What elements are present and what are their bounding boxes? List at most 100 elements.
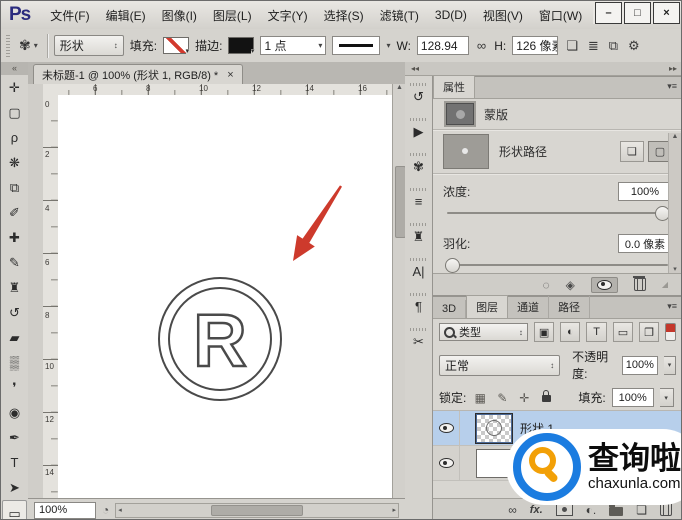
filter-pixel-layers-icon[interactable]: ▣ (534, 322, 554, 342)
feather-slider[interactable] (443, 257, 672, 272)
layer-style-icon[interactable]: fx. (530, 504, 543, 516)
new-group-folder-icon[interactable] (609, 507, 623, 516)
filter-toggle-switch[interactable] (665, 323, 676, 341)
lock-paint-icon[interactable]: ✎ (494, 391, 510, 405)
filter-smart-objects-icon[interactable]: ❐ (639, 322, 659, 342)
collapse-strip-icon[interactable]: ◂◂ (411, 64, 419, 73)
link-layers-icon[interactable]: ∞ (508, 503, 517, 517)
height-input[interactable]: 126 像素 (512, 36, 558, 55)
move-tool[interactable]: ✛ (1, 75, 28, 100)
mask-visibility-button[interactable] (591, 277, 618, 293)
menu-3d[interactable]: 3D(D) (427, 4, 475, 26)
path-alignment-icon[interactable]: ≣ (586, 36, 601, 56)
properties-scrollbar[interactable]: ▲ ▾ (668, 133, 681, 273)
density-input[interactable]: 100% (618, 182, 672, 201)
menu-type[interactable]: 文字(Y) (260, 3, 316, 28)
gradient-tool[interactable]: ▒ (1, 350, 28, 375)
blur-tool[interactable]: ❜ (1, 375, 28, 400)
tab-properties[interactable]: 属性 (433, 75, 475, 98)
gear-icon[interactable]: ⚙ (626, 36, 642, 56)
lock-position-icon[interactable]: ✛ (516, 391, 532, 405)
crop-tool[interactable]: ⧉ (1, 175, 28, 200)
blend-mode-select[interactable]: 正常 ↕ (439, 355, 560, 376)
tool-preset-picker[interactable]: ✾ ▾ (16, 35, 41, 56)
history-brush-tool[interactable]: ↺ (1, 300, 28, 325)
tab-3d[interactable]: 3D (433, 300, 466, 318)
minimize-button[interactable]: – (595, 2, 622, 24)
panel-menu-icon[interactable]: ▾≡ (667, 81, 677, 92)
layer-thumbnail[interactable] (476, 414, 512, 443)
apply-mask-icon[interactable]: ◈ (566, 278, 575, 292)
panel-menu-icon[interactable]: ▾≡ (667, 301, 677, 312)
document-tab[interactable]: 未标题-1 @ 100% (形状 1, RGB/8) * × (33, 64, 243, 84)
shape-path-thumbnail[interactable] (443, 134, 489, 169)
pen-tool[interactable]: ✒ (1, 425, 28, 450)
mask-thumbnail[interactable] (446, 103, 474, 125)
fill-opacity-input[interactable]: 100% (612, 388, 654, 407)
link-dimensions-icon[interactable]: ∞ (475, 36, 488, 55)
fill-swatch[interactable]: ▾ (163, 37, 189, 54)
close-button[interactable]: × (653, 2, 680, 24)
eraser-tool[interactable]: ▰ (1, 325, 28, 350)
history-panel-button[interactable]: ↺ (405, 76, 432, 111)
filter-shape-layers-icon[interactable]: ▭ (613, 322, 633, 342)
filter-type-layers-icon[interactable]: T (586, 322, 606, 342)
mask-selection-icon[interactable]: ◌ (542, 278, 549, 292)
type-tool[interactable]: T (1, 450, 28, 475)
brush-presets-panel-button[interactable]: ≡ (405, 181, 432, 216)
clone-stamp-tool[interactable]: ♜ (1, 275, 28, 300)
scroll-left-icon[interactable]: ◂ (118, 506, 122, 514)
menu-window[interactable]: 窗口(W) (531, 3, 590, 28)
marquee-tool[interactable]: ▢ (1, 100, 28, 125)
tool-presets-panel-button[interactable]: ✂ (405, 321, 432, 356)
menu-edit[interactable]: 编辑(E) (98, 3, 154, 28)
filter-adjustment-layers-icon[interactable]: ◐ (560, 322, 580, 342)
eyedropper-tool[interactable]: ✐ (1, 200, 28, 225)
actions-panel-button[interactable]: ▶ (405, 111, 432, 146)
menu-layer[interactable]: 图层(L) (205, 3, 260, 28)
tab-paths[interactable]: 路径 (549, 296, 590, 318)
quick-selection-tool[interactable]: ❋ (1, 150, 28, 175)
stroke-width-input[interactable]: 1 点 ▾ (260, 36, 326, 55)
layer-visibility-toggle[interactable] (433, 446, 460, 480)
paragraph-panel-button[interactable]: ¶ (405, 286, 432, 321)
menu-image[interactable]: 图像(I) (154, 3, 205, 28)
lock-all-button[interactable] (538, 390, 554, 405)
scroll-up-icon[interactable]: ▲ (672, 133, 679, 140)
menu-select[interactable]: 选择(S) (316, 3, 372, 28)
stroke-style-select[interactable] (332, 36, 380, 55)
clone-source-panel-button[interactable]: ♜ (405, 216, 432, 251)
layer-visibility-toggle[interactable] (433, 411, 460, 445)
zoom-level-input[interactable]: 100% (34, 502, 96, 519)
brush-tool[interactable]: ✎ (1, 250, 28, 275)
horizontal-scroll-thumb[interactable] (211, 505, 303, 516)
tab-channels[interactable]: 通道 (508, 296, 549, 318)
fill-caret-icon[interactable]: ▾ (660, 388, 674, 407)
path-arrangement-icon[interactable]: ⧉ (607, 36, 620, 56)
width-input[interactable]: 128.94 (417, 36, 469, 55)
lock-transparency-icon[interactable]: ▦ (472, 391, 488, 405)
path-selection-tool[interactable]: ➤ (1, 475, 28, 500)
vertical-scrollbar[interactable]: ▲ (392, 84, 406, 498)
dodge-tool[interactable]: ◉ (1, 400, 28, 425)
opacity-input[interactable]: 100% (622, 356, 658, 375)
menu-file[interactable]: 文件(F) (42, 3, 97, 28)
maximize-button[interactable]: □ (624, 2, 651, 24)
lasso-tool[interactable]: ρ (1, 125, 28, 150)
shape-mode-select[interactable]: 形状 ↕ (54, 35, 124, 56)
tab-layers[interactable]: 图层 (466, 295, 508, 318)
scroll-right-icon[interactable]: ▸ (392, 506, 396, 514)
layer-filter-select[interactable]: 类型 ↕ (439, 323, 528, 341)
path-operations-icon[interactable]: ❏ (564, 36, 580, 56)
menu-filter[interactable]: 滤镜(T) (372, 3, 427, 28)
shape-tool[interactable]: ▭ (2, 500, 27, 520)
menu-view[interactable]: 视图(V) (475, 3, 531, 28)
character-panel-button[interactable]: A| (405, 251, 432, 286)
add-layer-mask-button[interactable]: ❏ (620, 141, 644, 162)
healing-brush-tool[interactable]: ✚ (1, 225, 28, 250)
density-slider[interactable] (443, 205, 672, 220)
delete-mask-button[interactable] (634, 278, 646, 291)
horizontal-scrollbar[interactable]: ◂ ▸ (115, 503, 399, 518)
scroll-up-icon[interactable]: ▲ (396, 84, 403, 91)
document-canvas[interactable]: R (58, 95, 392, 498)
